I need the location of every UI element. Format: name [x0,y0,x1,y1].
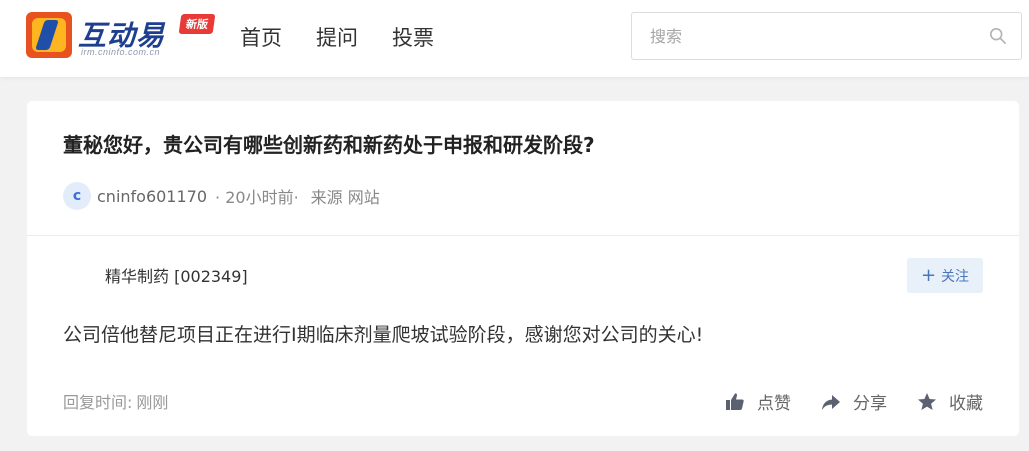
site-logo[interactable]: 互动易 irm.cninfo.com.cn 新版 [26,12,226,60]
logo-subtext: irm.cninfo.com.cn [81,47,161,57]
nav-home[interactable]: 首页 [240,22,282,52]
main-nav: 首页 提问 投票 [240,22,468,52]
reply-time-label: 回复时间: [63,393,133,412]
star-icon [918,392,936,410]
thumbs-up-icon [726,392,744,410]
search-box [631,12,1022,60]
asker-name[interactable]: cninfo601170 [97,187,207,206]
divider [27,235,1019,236]
company-name[interactable]: 精华制药 [002349] [105,263,248,287]
new-version-badge: 新版 [178,14,216,34]
reply-time-value: 刚刚 [136,393,169,412]
question-time: · 20小时前· [215,188,299,207]
nav-ask[interactable]: 提问 [316,22,358,52]
share-icon [822,394,840,410]
like-button[interactable]: 点赞 [725,389,791,414]
collect-button[interactable]: 收藏 [917,389,983,414]
reply-time: 回复时间: 刚刚 [63,389,168,413]
share-button[interactable]: 分享 [821,389,887,414]
nav-vote[interactable]: 投票 [392,22,434,52]
qa-card: 董秘您好，贵公司有哪些创新药和新药处于申报和研发阶段? c cninfo6011… [27,101,1019,436]
answer-text: 公司倍他替尼项目正在进行Ⅰ期临床剂量爬坡试验阶段，感谢您对公司的关心! [63,324,704,346]
search-icon[interactable] [989,27,1007,45]
search-input[interactable] [632,13,982,59]
logo-mark-icon [26,12,72,58]
like-label: 点赞 [757,394,791,414]
plus-icon: + [920,264,937,286]
action-bar: 点赞 分享 收藏 [725,389,983,414]
question-meta: c cninfo601170 · 20小时前· 来源 网站 [63,182,380,210]
question-source: 来源 网站 [310,188,380,207]
share-label: 分享 [853,394,887,414]
avatar[interactable]: c [63,182,91,210]
follow-label: 关注 [941,268,970,285]
collect-label: 收藏 [949,394,983,414]
top-header: 互动易 irm.cninfo.com.cn 新版 首页 提问 投票 [0,0,1029,77]
follow-button[interactable]: + 关注 [907,258,983,293]
question-title[interactable]: 董秘您好，贵公司有哪些创新药和新药处于申报和研发阶段? [63,129,595,158]
